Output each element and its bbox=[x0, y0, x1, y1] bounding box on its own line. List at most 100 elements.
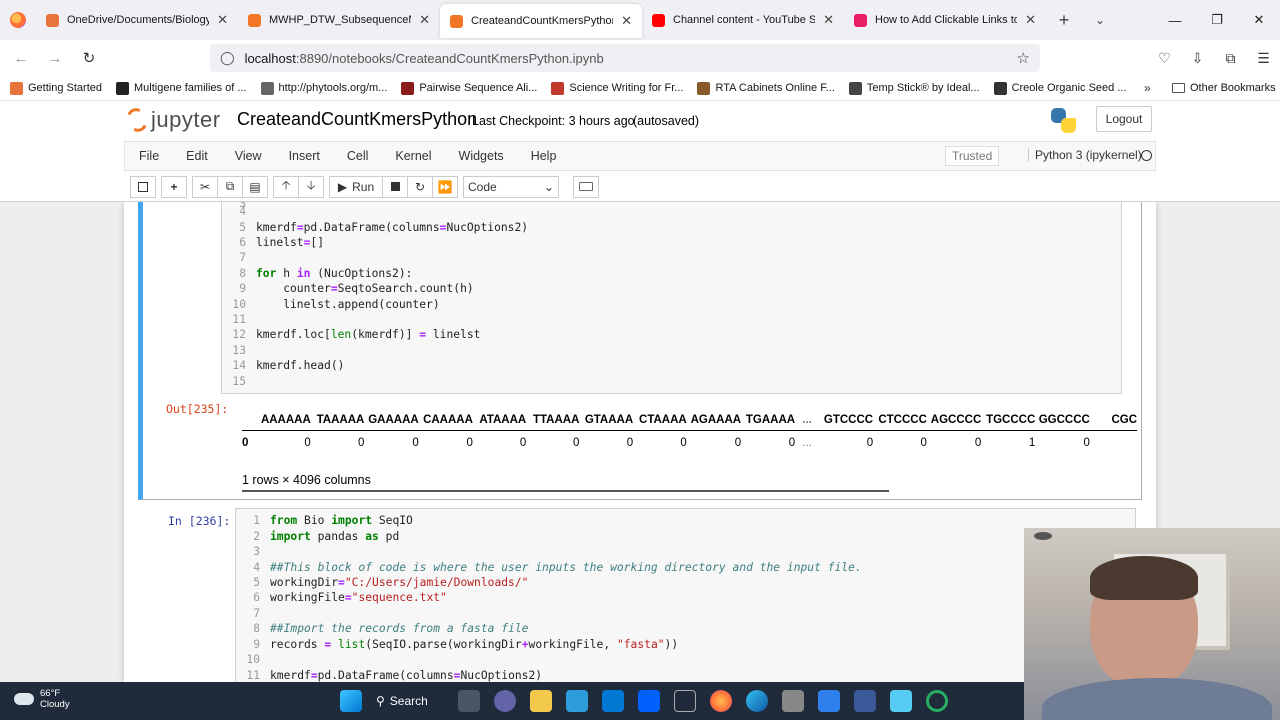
paste-button[interactable]: ▤ bbox=[242, 175, 268, 198]
browser-tab[interactable]: MWHP_DTW_SubsequenceMatc ✕ bbox=[238, 0, 440, 40]
taskbar-search[interactable]: ⚲ Search bbox=[376, 689, 444, 713]
bookmark-item[interactable]: Science Writing for Fr... bbox=[551, 81, 684, 95]
restore-button[interactable]: ❐ bbox=[1196, 0, 1238, 40]
menu-widgets[interactable]: Widgets bbox=[445, 149, 517, 163]
extensions-icon[interactable]: ⧉ bbox=[1214, 40, 1247, 76]
file-explorer-icon[interactable] bbox=[530, 690, 552, 712]
notebook-title[interactable]: CreateandCountKmersPython bbox=[237, 109, 477, 130]
firefox-view-button[interactable] bbox=[0, 0, 36, 40]
trusted-indicator[interactable]: Trusted bbox=[945, 146, 1000, 166]
firefox-taskbar-icon[interactable] bbox=[710, 690, 732, 712]
logout-button[interactable]: Logout bbox=[1096, 106, 1152, 132]
restart-button[interactable]: ↻ bbox=[407, 175, 433, 198]
python-icon bbox=[1051, 108, 1076, 133]
chat-icon[interactable] bbox=[494, 690, 516, 712]
other-bookmarks[interactable]: Other Bookmarks bbox=[1172, 82, 1276, 94]
cut-button[interactable]: ✂ bbox=[192, 175, 218, 198]
close-window-button[interactable]: ✕ bbox=[1238, 0, 1280, 40]
menu-edit[interactable]: Edit bbox=[172, 149, 221, 163]
reload-button[interactable]: ↻ bbox=[72, 49, 106, 67]
menu-kernel[interactable]: Kernel bbox=[381, 149, 444, 163]
bookmark-label: Multigene families of ... bbox=[134, 82, 247, 94]
output-horizontal-scrollbar[interactable] bbox=[242, 490, 889, 492]
close-tab-icon[interactable]: ✕ bbox=[419, 12, 430, 28]
back-button[interactable]: ← bbox=[4, 50, 38, 67]
list-tabs-button[interactable]: ⌄ bbox=[1082, 13, 1118, 27]
pocket-icon[interactable]: ♡ bbox=[1148, 40, 1181, 76]
app-icon[interactable] bbox=[674, 690, 696, 712]
cell-editor[interactable]: 1 from Bio import SeqIO 2 import pandas as… bbox=[235, 508, 1136, 682]
menu-help[interactable]: Help bbox=[517, 149, 570, 163]
app-icon[interactable] bbox=[818, 690, 840, 712]
bookmark-item[interactable]: RTA Cabinets Online F... bbox=[697, 81, 835, 95]
move-down-button[interactable]: 🡣 bbox=[298, 175, 324, 198]
weather-widget[interactable]: 66°F Cloudy bbox=[14, 688, 70, 710]
bookmark-item[interactable]: Getting Started bbox=[10, 81, 102, 95]
bookmark-favicon-icon bbox=[260, 81, 274, 95]
forward-button[interactable]: → bbox=[38, 50, 72, 67]
dropbox-icon[interactable] bbox=[638, 690, 660, 712]
app-icon[interactable] bbox=[926, 690, 948, 712]
stop-icon bbox=[390, 182, 400, 191]
close-tab-icon[interactable]: ✕ bbox=[217, 12, 228, 28]
menu-view[interactable]: View bbox=[221, 149, 275, 163]
save-button[interactable] bbox=[130, 175, 156, 198]
close-tab-icon[interactable]: ✕ bbox=[823, 12, 834, 28]
column-header: GGCCCC bbox=[1038, 413, 1090, 426]
insert-cell-button[interactable]: + bbox=[161, 175, 187, 198]
bookmark-item[interactable]: Pairwise Sequence Ali... bbox=[401, 81, 537, 95]
copy-button[interactable]: ⧉ bbox=[217, 175, 243, 198]
move-up-button[interactable]: 🡡 bbox=[273, 175, 299, 198]
new-tab-button[interactable]: + bbox=[1046, 10, 1082, 31]
mail-icon[interactable] bbox=[602, 690, 624, 712]
bookmark-favicon-icon bbox=[10, 81, 23, 95]
edge-icon[interactable] bbox=[746, 690, 768, 712]
table-cell: 0 bbox=[519, 437, 527, 450]
command-palette-button[interactable] bbox=[573, 175, 599, 198]
bookmark-item[interactable]: http://phytools.org/m... bbox=[260, 81, 387, 95]
windows-start-icon[interactable] bbox=[340, 690, 362, 712]
app-icon[interactable] bbox=[854, 690, 876, 712]
table-cell: 0 bbox=[412, 437, 419, 450]
close-tab-icon[interactable]: ✕ bbox=[621, 13, 632, 29]
jupyter-toolbar: + ✂ ⧉ ▤ 🡡 🡣 ▶ Run ↻ ⏩ Code ⌄ bbox=[124, 173, 1156, 200]
store-icon[interactable] bbox=[566, 690, 588, 712]
column-header: GTAAAA bbox=[584, 413, 634, 426]
app-icon[interactable] bbox=[782, 690, 804, 712]
column-header: ... bbox=[802, 413, 812, 426]
ceiling-light bbox=[1034, 532, 1052, 540]
menu-file[interactable]: File bbox=[125, 149, 172, 163]
browser-tab[interactable]: How to Add Clickable Links to Y ✕ bbox=[844, 0, 1046, 40]
notepad-icon[interactable] bbox=[890, 690, 912, 712]
task-view-icon[interactable] bbox=[458, 690, 480, 712]
bookmark-star-icon[interactable]: ☆ bbox=[1017, 49, 1030, 67]
minimize-button[interactable]: — bbox=[1154, 0, 1196, 40]
browser-tab[interactable]: OneDrive/Documents/Biology P ✕ bbox=[36, 0, 238, 40]
more-bookmarks-chevron-icon[interactable]: » bbox=[1144, 81, 1151, 95]
jupyter-logo[interactable]: jupyter bbox=[123, 105, 221, 135]
restart-run-all-button[interactable]: ⏩ bbox=[432, 175, 458, 198]
bookmark-item[interactable]: Creole Organic Seed ... bbox=[993, 81, 1127, 95]
menu-insert[interactable]: Insert bbox=[275, 149, 333, 163]
run-button[interactable]: ▶ Run bbox=[329, 175, 383, 198]
bookmark-label: Science Writing for Fr... bbox=[569, 82, 684, 94]
bookmark-item[interactable]: Temp Stick® by Ideal... bbox=[848, 81, 980, 95]
bookmark-favicon-icon bbox=[551, 81, 565, 95]
cell-editor[interactable]: 3 4 5 kmerdf=pd.DataFrame(columns=NucOpti… bbox=[221, 202, 1122, 394]
browser-tab[interactable]: Channel content - YouTube Stud ✕ bbox=[642, 0, 844, 40]
address-bar[interactable]: ◯ localhost:8890/notebooks/CreateandCoun… bbox=[210, 44, 1040, 72]
column-header: CAAAAA bbox=[423, 413, 473, 426]
browser-tab[interactable]: CreateandCountKmersPython - ✕ bbox=[440, 4, 642, 38]
interrupt-button[interactable] bbox=[382, 175, 408, 198]
bookmark-item[interactable]: Multigene families of ... bbox=[116, 81, 247, 95]
code-line: 2 import pandas as pd bbox=[253, 530, 400, 543]
shield-icon[interactable]: ◯ bbox=[220, 50, 235, 66]
kernel-name[interactable]: Python 3 (ipykernel) bbox=[1028, 148, 1142, 162]
close-tab-icon[interactable]: ✕ bbox=[1025, 12, 1036, 28]
menu-cell[interactable]: Cell bbox=[333, 149, 382, 163]
table-cell bbox=[1090, 430, 1137, 456]
cell-type-select[interactable]: Code ⌄ bbox=[463, 175, 559, 198]
bookmarks-toolbar: Getting Started Multigene families of ...… bbox=[0, 76, 1280, 101]
downloads-icon[interactable]: ⇩ bbox=[1181, 40, 1214, 76]
app-menu-icon[interactable]: ☰ bbox=[1247, 40, 1280, 76]
